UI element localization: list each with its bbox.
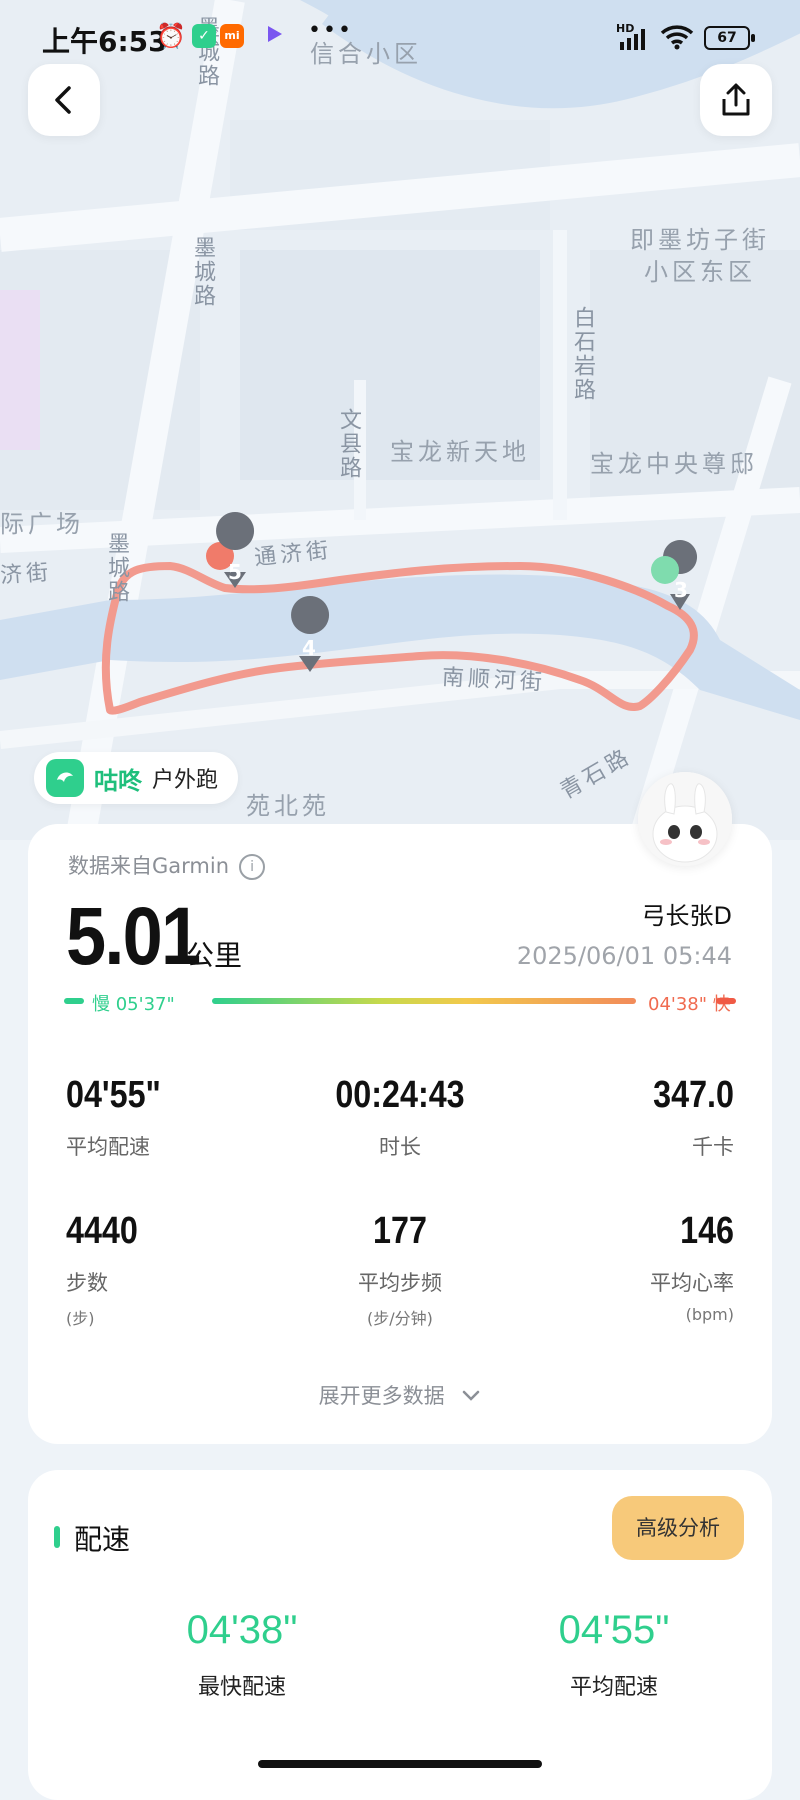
activity-datetime: 2025/06/01 05:44 bbox=[516, 942, 732, 970]
marker-5-label[interactable]: 5 bbox=[228, 560, 242, 584]
summary-card: 数据来自Garmin i 5.01 公里 弓长张D 2025/06/01 05:4… bbox=[28, 824, 772, 1444]
activity-type-pill: 咕咚 户外跑 bbox=[34, 752, 239, 804]
map-label-jiejie: 济街 bbox=[0, 560, 53, 589]
status-time: 上午6:53 bbox=[42, 25, 168, 58]
fastest-pace: 04'38" 最快配速 bbox=[122, 1608, 362, 1701]
stat-unit: (步) bbox=[66, 1309, 95, 1328]
map-label-jimo-1: 即墨坊子街 bbox=[630, 226, 770, 254]
map-label-beiyuan: 苑北苑 bbox=[246, 792, 330, 820]
data-source-text: 数据来自Garmin bbox=[68, 854, 230, 878]
average-pace-value: 04'55" bbox=[558, 1608, 670, 1652]
battery-indicator: 67 bbox=[704, 26, 755, 50]
average-pace: 04'55" 平均配速 bbox=[494, 1608, 734, 1701]
stat-heart-rate: 146 平均心率 (bpm) bbox=[514, 1210, 734, 1324]
map-label-jimo-2: 小区东区 bbox=[644, 258, 756, 286]
chevron-left-icon bbox=[55, 86, 71, 114]
stat-label: 步数 bbox=[66, 1271, 108, 1295]
section-title: 配速 bbox=[74, 1523, 131, 1556]
username[interactable]: 弓长张D bbox=[642, 896, 732, 931]
marker-3-label[interactable]: 3 bbox=[674, 578, 688, 602]
fastest-pace-value: 04'38" bbox=[186, 1608, 298, 1652]
more-notifications-icon: ••• bbox=[308, 18, 353, 43]
section-accent-bar bbox=[54, 1526, 60, 1548]
stat-steps: 4440 步数 (步) bbox=[66, 1210, 286, 1329]
chevron-down-icon bbox=[463, 1390, 480, 1401]
marker-4-label[interactable]: 4 bbox=[302, 636, 316, 660]
expand-more-label: 展开更多数据 bbox=[318, 1384, 445, 1408]
slow-indicator bbox=[64, 998, 84, 1004]
stat-value: 4440 bbox=[66, 1210, 138, 1252]
route-map[interactable]: 5 4 3 信合小区 墨城路 墨城路 墨城路 即墨坊子街 小区东区 白石岩路 文… bbox=[0, 0, 800, 840]
stat-value: 146 bbox=[680, 1210, 734, 1252]
alarm-icon: ⏰ bbox=[156, 22, 186, 50]
map-label-guangchang: 际广场 bbox=[0, 510, 84, 538]
stat-value: 00:24:43 bbox=[335, 1074, 465, 1116]
expand-more-button[interactable]: 展开更多数据 bbox=[28, 1380, 772, 1410]
map-label-baolong-central: 宝龙中央尊邸 bbox=[590, 450, 758, 478]
wifi-icon bbox=[660, 25, 694, 50]
stat-duration: 00:24:43 时长 bbox=[290, 1074, 510, 1161]
activity-type: 户外跑 bbox=[152, 768, 219, 793]
xiaomi-app-icon: mi bbox=[220, 24, 244, 48]
stat-unit: (步/分钟) bbox=[367, 1309, 433, 1328]
average-pace-label: 平均配速 bbox=[569, 1675, 658, 1700]
play-store-icon bbox=[268, 26, 282, 42]
share-icon bbox=[722, 83, 750, 116]
gudong-logo-icon bbox=[46, 759, 84, 797]
status-bar: 上午6:53 ⏰ ✓ mi ••• HD 67 bbox=[0, 0, 800, 74]
back-button[interactable] bbox=[28, 64, 100, 136]
data-source[interactable]: 数据来自Garmin i bbox=[68, 850, 266, 880]
map-canvas bbox=[0, 0, 800, 840]
stat-label: 平均配速 bbox=[66, 1135, 150, 1159]
stat-calories: 347.0 千卡 bbox=[514, 1074, 734, 1161]
pace-legend: 慢 05'37" 04'38" 快 bbox=[64, 990, 736, 1015]
map-label-nanshunhe: 南顺河街 bbox=[441, 665, 547, 696]
map-label-baishiyan: 白石岩路 bbox=[570, 306, 595, 402]
stat-label: 平均心率 bbox=[650, 1271, 734, 1295]
slow-pace-label: 慢 05'37" bbox=[92, 994, 175, 1015]
pace-gradient-bar bbox=[212, 998, 636, 1004]
info-icon[interactable]: i bbox=[239, 854, 266, 880]
stat-cadence: 177 平均步频 (步/分钟) bbox=[290, 1210, 510, 1329]
distance-value: 5.01 bbox=[66, 891, 201, 982]
stat-label: 千卡 bbox=[692, 1135, 734, 1159]
pace-section-card: 配速 高级分析 04'38" 最快配速 04'55" 平均配速 bbox=[28, 1470, 772, 1800]
avatar-image bbox=[638, 772, 732, 866]
stat-value: 177 bbox=[373, 1210, 427, 1252]
gudong-app-icon: ✓ bbox=[192, 24, 216, 48]
map-label-baolong: 宝龙新天地 bbox=[390, 438, 530, 466]
map-label-wenxian: 文县路 bbox=[336, 408, 361, 480]
distance-unit: 公里 bbox=[186, 939, 243, 972]
stat-avg-pace: 04'55" 平均配速 bbox=[66, 1074, 286, 1161]
advanced-analysis-button[interactable]: 高级分析 bbox=[612, 1496, 744, 1560]
signal-icon bbox=[620, 29, 645, 50]
stat-unit: (bpm) bbox=[685, 1305, 734, 1324]
stat-value: 04'55" bbox=[66, 1074, 161, 1116]
brand-name: 咕咚 bbox=[94, 766, 142, 795]
map-label-mocheng-3: 墨城路 bbox=[104, 532, 129, 604]
stat-label: 时长 bbox=[379, 1135, 421, 1159]
avatar[interactable] bbox=[638, 772, 732, 866]
share-button[interactable] bbox=[700, 64, 772, 136]
stat-label: 平均步频 bbox=[358, 1271, 442, 1295]
fast-indicator bbox=[716, 998, 736, 1004]
map-label-mocheng-2: 墨城路 bbox=[190, 236, 215, 308]
stat-value: 347.0 bbox=[653, 1074, 734, 1116]
fastest-pace-label: 最快配速 bbox=[197, 1675, 286, 1700]
home-indicator[interactable] bbox=[258, 1760, 542, 1768]
